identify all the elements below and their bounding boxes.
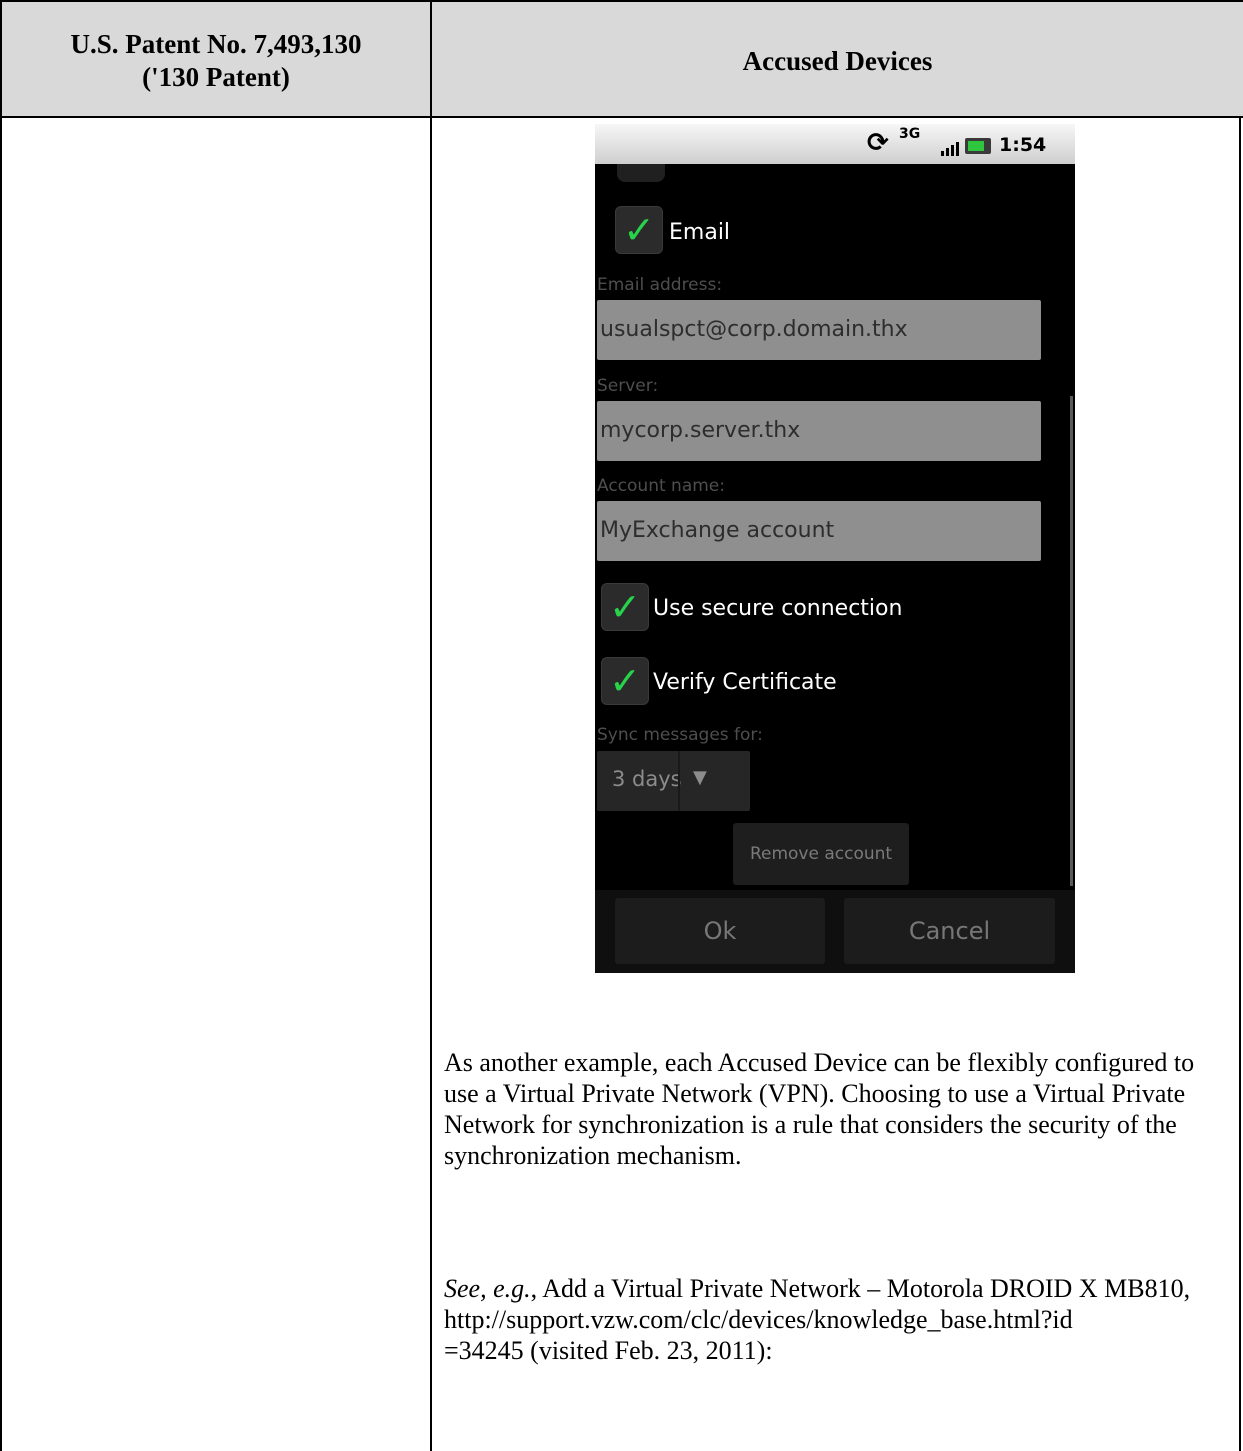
sync-period-dropdown[interactable]: 3 days ▼ bbox=[597, 751, 750, 811]
email-checkbox-label: Email bbox=[669, 220, 731, 245]
dropdown-arrow-icon: ▼ bbox=[693, 767, 707, 788]
citation-url-line1: http://support.vzw.com/clc/devices/knowl… bbox=[444, 1305, 1073, 1334]
scrollbar[interactable] bbox=[1070, 396, 1073, 886]
email-address-input[interactable]: usualspct@corp.domain.thx bbox=[597, 300, 1041, 360]
server-input[interactable]: mycorp.server.thx bbox=[597, 401, 1041, 461]
network-type: 3G bbox=[899, 126, 921, 142]
sync-icon: ⟳ bbox=[867, 128, 889, 158]
email-checkbox[interactable]: ✓ bbox=[615, 206, 663, 254]
battery-icon bbox=[965, 138, 991, 154]
secure-connection-label: Use secure connection bbox=[653, 596, 903, 621]
ok-button[interactable]: Ok bbox=[615, 898, 825, 964]
signal-icon bbox=[941, 142, 959, 156]
cancel-button[interactable]: Cancel bbox=[844, 898, 1055, 964]
secure-connection-checkbox[interactable]: ✓ bbox=[601, 583, 649, 631]
email-address-label: Email address: bbox=[597, 275, 723, 295]
citation-paragraph: See, e.g., Add a Virtual Private Network… bbox=[444, 1273, 1229, 1366]
header-patent-subtitle: ('130 Patent) bbox=[142, 62, 290, 92]
citation-title: , Add a Virtual Private Network – Motoro… bbox=[530, 1274, 1191, 1303]
vpn-example-paragraph: As another example, each Accused Device … bbox=[444, 1048, 1195, 1170]
remove-account-button[interactable]: Remove account bbox=[733, 823, 909, 885]
dialog-button-bar: Ok Cancel bbox=[595, 890, 1075, 973]
header-accused-devices: Accused Devices bbox=[742, 45, 933, 76]
column-divider bbox=[430, 0, 432, 1451]
status-time: 1:54 bbox=[999, 134, 1047, 156]
header-patent-cell: U.S. Patent No. 7,493,130 ('130 Patent) bbox=[2, 2, 430, 120]
phone-screenshot: ⟳ 3G 1:54 ✓ Email Email address: usualsp… bbox=[595, 124, 1075, 973]
account-name-label: Account name: bbox=[597, 476, 725, 496]
citation-signal: See, e.g. bbox=[444, 1274, 531, 1303]
dropdown-separator bbox=[678, 751, 680, 811]
sync-messages-label: Sync messages for: bbox=[597, 725, 763, 745]
server-label: Server: bbox=[597, 376, 659, 396]
status-bar: ⟳ 3G 1:54 bbox=[595, 124, 1075, 164]
partial-checkbox bbox=[617, 164, 665, 182]
verify-certificate-label: Verify Certificate bbox=[653, 670, 837, 695]
header-patent-title: U.S. Patent No. 7,493,130 bbox=[70, 29, 362, 59]
account-name-input[interactable]: MyExchange account bbox=[597, 501, 1041, 561]
table-header-row: U.S. Patent No. 7,493,130 ('130 Patent) … bbox=[2, 0, 1243, 118]
verify-certificate-checkbox[interactable]: ✓ bbox=[601, 657, 649, 705]
citation-url-line2: =34245 (visited Feb. 23, 2011): bbox=[444, 1336, 773, 1365]
sync-period-value: 3 days bbox=[612, 767, 682, 791]
